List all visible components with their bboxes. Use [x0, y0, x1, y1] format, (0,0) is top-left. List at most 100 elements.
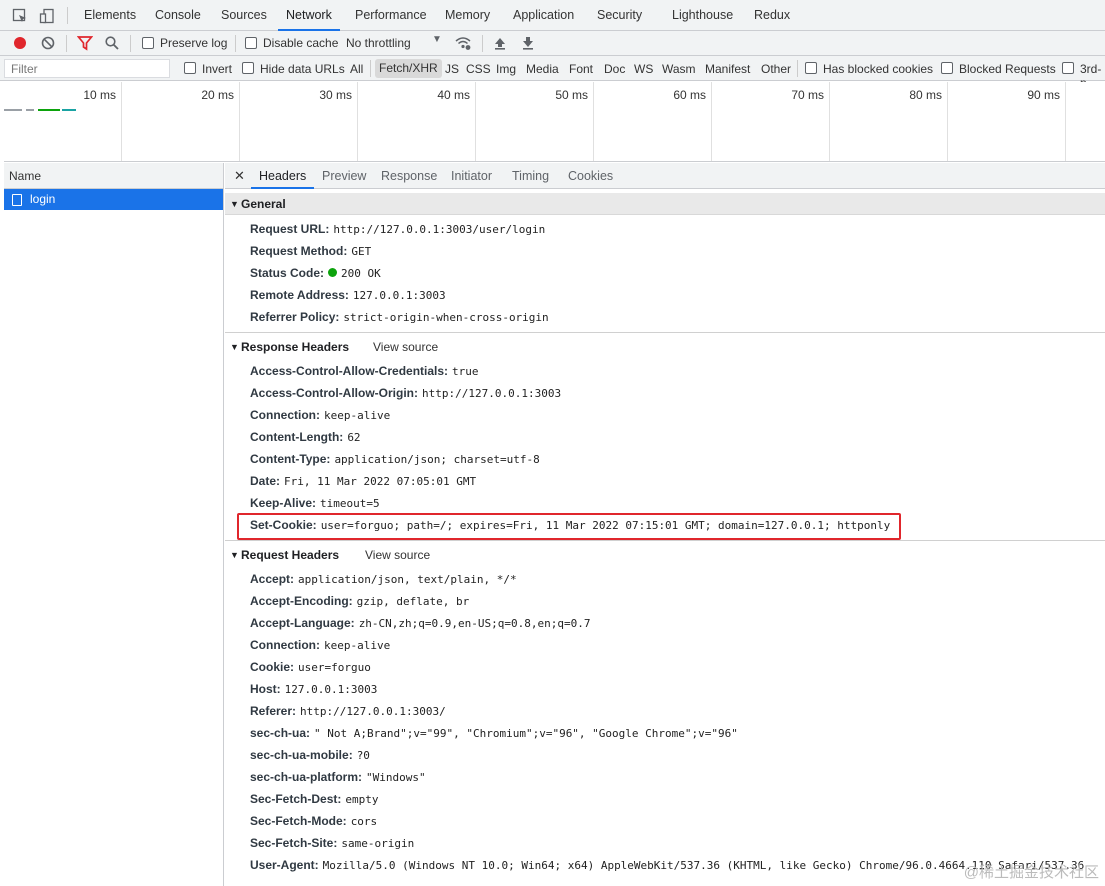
- general-section-header[interactable]: ▼ General: [225, 193, 1105, 215]
- filter-type-manifest[interactable]: Manifest: [705, 62, 750, 76]
- tab-redux[interactable]: Redux: [746, 0, 798, 31]
- divider: [225, 540, 1105, 541]
- tab-application[interactable]: Application: [505, 0, 582, 31]
- tick-label: 60 ms: [673, 88, 706, 102]
- tick-gridline: [947, 82, 948, 161]
- filter-type-media[interactable]: Media: [526, 62, 559, 76]
- filter-icon[interactable]: [77, 35, 93, 51]
- header-value: zh-CN,zh;q=0.9,en-US;q=0.8,en;q=0.7: [359, 617, 591, 630]
- header-value-text: true: [452, 365, 479, 378]
- request-header-row: Accept-Encoding: gzip, deflate, br: [250, 590, 469, 612]
- header-value: timeout=5: [320, 497, 380, 510]
- filter-type-other[interactable]: Other: [761, 62, 791, 76]
- overview-bar: [4, 109, 22, 111]
- response-header-row: Access-Control-Allow-Origin: http://127.0…: [250, 382, 561, 404]
- device-toolbar-icon[interactable]: [39, 8, 55, 24]
- close-icon[interactable]: ✕: [234, 168, 245, 184]
- filter-type-fetchxhr[interactable]: Fetch/XHR: [375, 59, 442, 78]
- network-conditions-icon[interactable]: [455, 35, 471, 51]
- filter-type-wasm[interactable]: Wasm: [662, 62, 696, 76]
- header-key: Accept-Language:: [250, 616, 355, 630]
- request-headers-section-header[interactable]: ▼ Request Headers View source: [225, 544, 1105, 566]
- disable-cache-checkbox[interactable]: [245, 37, 257, 49]
- response-headers-section-header[interactable]: ▼ Response Headers View source: [225, 336, 1105, 358]
- response-view-source-link[interactable]: View source: [373, 336, 438, 358]
- tab-memory[interactable]: Memory: [437, 0, 498, 31]
- blocked-requests-checkbox[interactable]: [941, 62, 953, 74]
- tab-sources[interactable]: Sources: [213, 0, 275, 31]
- detail-tab-preview[interactable]: Preview: [314, 163, 374, 189]
- collapse-triangle-icon: ▼: [230, 550, 239, 560]
- tab-network[interactable]: Network: [278, 0, 340, 31]
- general-row: Request URL: http://127.0.0.1:3003/user/l…: [250, 218, 545, 240]
- divider: [66, 35, 67, 52]
- header-value: ?0: [357, 749, 370, 762]
- third-party-checkbox[interactable]: [1062, 62, 1074, 74]
- request-header-row: Cookie: user=forguo: [250, 656, 371, 678]
- header-key: Accept:: [250, 572, 295, 586]
- tab-performance[interactable]: Performance: [347, 0, 435, 31]
- tick-label: 40 ms: [437, 88, 470, 102]
- header-key: Cookie:: [250, 660, 295, 674]
- header-key: User-Agent:: [250, 858, 319, 872]
- header-key: Access-Control-Allow-Origin:: [250, 386, 419, 400]
- detail-tab-timing[interactable]: Timing: [504, 163, 557, 189]
- header-value: "Windows": [366, 771, 426, 784]
- filter-type-js[interactable]: JS: [445, 62, 459, 76]
- detail-tab-response[interactable]: Response: [373, 163, 445, 189]
- name-column-header[interactable]: Name: [4, 163, 223, 189]
- header-value-text: 200 OK: [341, 267, 381, 280]
- hide-data-urls-checkbox[interactable]: [242, 62, 254, 74]
- header-key: Date:: [250, 474, 281, 488]
- preserve-log-checkbox[interactable]: [142, 37, 154, 49]
- clear-icon[interactable]: [40, 35, 56, 51]
- invert-checkbox[interactable]: [184, 62, 196, 74]
- header-key: Sec-Fetch-Site:: [250, 836, 338, 850]
- tab-elements[interactable]: Elements: [76, 0, 144, 31]
- tick-gridline: [593, 82, 594, 161]
- search-icon[interactable]: [104, 35, 120, 51]
- collapse-triangle-icon: ▼: [230, 199, 239, 209]
- throttling-select[interactable]: No throttling: [346, 36, 411, 50]
- filter-input[interactable]: [4, 59, 170, 78]
- header-value: application/json, text/plain, */*: [298, 573, 517, 586]
- tab-lighthouse[interactable]: Lighthouse: [664, 0, 741, 31]
- header-key: sec-ch-ua-platform:: [250, 770, 363, 784]
- header-value: 127.0.0.1:3003: [285, 683, 378, 696]
- tick-gridline: [1065, 82, 1066, 161]
- header-key: Content-Length:: [250, 430, 344, 444]
- header-value: http://127.0.0.1:3003: [422, 387, 561, 400]
- header-value: 62: [347, 431, 360, 444]
- tab-security[interactable]: Security: [589, 0, 650, 31]
- invert-label: Invert: [202, 62, 233, 76]
- divider: [370, 60, 371, 77]
- detail-tab-headers[interactable]: Headers: [251, 163, 315, 189]
- filter-type-ws[interactable]: WS: [634, 62, 653, 76]
- request-view-source-link[interactable]: View source: [365, 544, 430, 566]
- request-header-row: Sec-Fetch-Mode: cors: [250, 810, 377, 832]
- request-row-login[interactable]: login: [4, 189, 223, 210]
- filter-type-css[interactable]: CSS: [466, 62, 491, 76]
- record-icon[interactable]: [12, 35, 28, 51]
- inspect-element-icon[interactable]: [12, 8, 28, 24]
- header-value: http://127.0.0.1:3003/user/login: [333, 223, 545, 236]
- network-overview-timeline[interactable]: 10 ms 20 ms 30 ms 40 ms 50 ms 60 ms 70 ms 80 ms…: [4, 82, 1105, 162]
- response-header-row: Keep-Alive: timeout=5: [250, 492, 380, 514]
- filter-type-all[interactable]: All: [350, 62, 363, 76]
- detail-tab-cookies[interactable]: Cookies: [560, 163, 621, 189]
- chevron-down-icon[interactable]: ▼: [432, 34, 442, 45]
- overview-bar: [62, 109, 76, 111]
- has-blocked-cookies-checkbox[interactable]: [805, 62, 817, 74]
- filter-type-img[interactable]: Img: [496, 62, 516, 76]
- header-value-text: Fri, 11 Mar 2022 07:05:01 GMT: [284, 475, 477, 488]
- tick-gridline: [239, 82, 240, 161]
- filter-type-font[interactable]: Font: [569, 62, 593, 76]
- filter-type-doc[interactable]: Doc: [604, 62, 625, 76]
- request-name: login: [30, 192, 56, 206]
- header-key: Remote Address:: [250, 288, 349, 302]
- export-har-icon[interactable]: [520, 35, 536, 51]
- detail-tab-initiator[interactable]: Initiator: [443, 163, 500, 189]
- tab-console[interactable]: Console: [147, 0, 209, 31]
- import-har-icon[interactable]: [492, 35, 508, 51]
- request-header-row: sec-ch-ua-platform: "Windows": [250, 766, 426, 788]
